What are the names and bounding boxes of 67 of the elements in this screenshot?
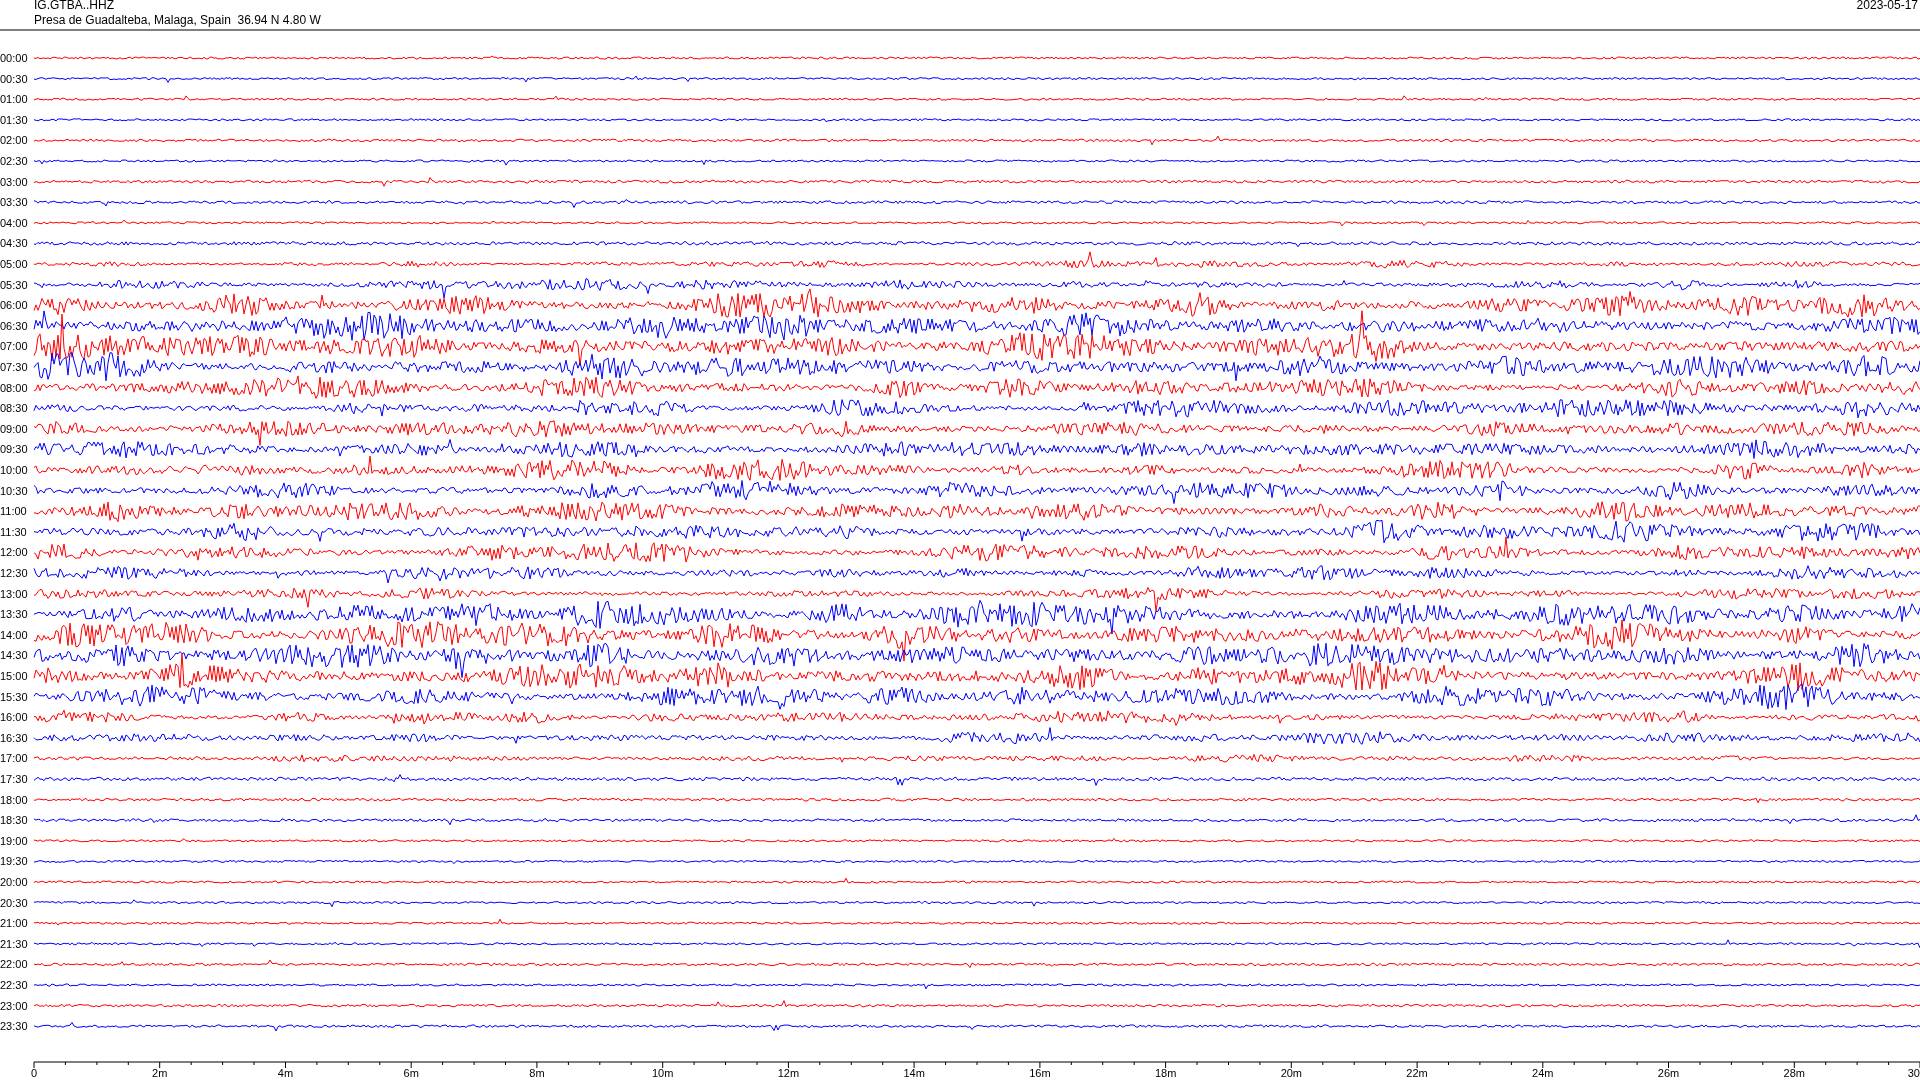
time-label: 11:00 [0, 505, 27, 518]
time-label: 08:30 [0, 402, 28, 415]
time-label: 16:00 [0, 711, 28, 724]
time-label: 20:30 [0, 896, 28, 909]
axis-label: 6m [403, 1067, 419, 1079]
time-label: 14:00 [0, 628, 28, 641]
time-label: 22:00 [0, 958, 28, 971]
axis-label: 30 [1907, 1067, 1920, 1079]
time-label: 04:30 [0, 237, 28, 250]
time-label: 11:30 [0, 525, 27, 538]
station-code: IG.GTBA..HHZ [34, 0, 114, 12]
time-label: 10:30 [0, 484, 28, 497]
time-label: 23:00 [0, 999, 28, 1012]
time-label: 02:30 [0, 155, 28, 167]
time-label: 20:00 [0, 876, 28, 888]
time-label: 04:00 [0, 216, 28, 229]
time-label: 09:00 [0, 422, 28, 435]
time-label: 10:00 [0, 464, 28, 476]
time-label: 15:00 [0, 670, 28, 682]
time-label: 15:30 [0, 690, 28, 703]
time-label: 05:00 [0, 258, 28, 270]
time-label: 00:00 [0, 52, 28, 64]
time-label: 03:00 [0, 175, 28, 188]
time-label: 17:30 [0, 773, 28, 785]
axis-label: 16m [1029, 1067, 1051, 1079]
time-label: 18:00 [0, 793, 28, 806]
time-label: 09:30 [0, 443, 28, 456]
axis-label: 24m [1532, 1067, 1554, 1079]
time-label: 00:30 [0, 72, 28, 85]
time-label: 23:30 [0, 1020, 28, 1033]
axis-label: 8m [529, 1067, 545, 1079]
time-label: 06:00 [0, 299, 28, 312]
time-label: 12:30 [0, 567, 28, 579]
axis-label: 0 [30, 1067, 38, 1079]
time-label: 22:30 [0, 979, 28, 991]
time-label: 17:00 [0, 752, 28, 765]
axis-label: 12m [777, 1067, 800, 1079]
time-label: 07:30 [0, 361, 28, 373]
axis-label: 22m [1406, 1067, 1428, 1079]
time-label: 07:00 [0, 340, 28, 353]
time-label: 19:00 [0, 834, 28, 847]
time-label: 18:30 [0, 814, 28, 827]
time-label: 05:30 [0, 278, 28, 291]
time-label: 13:00 [0, 587, 28, 600]
time-label: 19:30 [0, 855, 28, 868]
axis-label: 26m [1657, 1067, 1680, 1079]
time-label: 21:00 [0, 917, 28, 930]
time-label: 02:00 [0, 134, 28, 147]
axis-label: 10m [651, 1067, 674, 1079]
time-label: 12:00 [0, 546, 28, 559]
plot-date: 2023-05-17 [1856, 0, 1918, 12]
axis-label: 2m [152, 1067, 168, 1079]
time-label: 21:30 [0, 937, 28, 950]
axis-label: 14m [903, 1067, 925, 1079]
time-label: 14:30 [0, 649, 28, 662]
time-label: 08:00 [0, 381, 28, 394]
axis-label: 20m [1280, 1067, 1303, 1079]
time-label: 01:30 [0, 113, 28, 126]
time-label: 01:00 [0, 93, 28, 106]
time-label: 13:30 [0, 608, 28, 621]
axis-label: 18m [1154, 1067, 1177, 1079]
axis-label: 28m [1783, 1067, 1805, 1079]
time-label: 06:30 [0, 319, 28, 332]
axis-label: 4m [277, 1067, 294, 1079]
station-location: Presa de Guadalteba, Malaga, Spain 36.94 N 4.80 W [34, 13, 321, 27]
time-label: 03:30 [0, 196, 28, 209]
time-label: 16:30 [0, 731, 28, 744]
